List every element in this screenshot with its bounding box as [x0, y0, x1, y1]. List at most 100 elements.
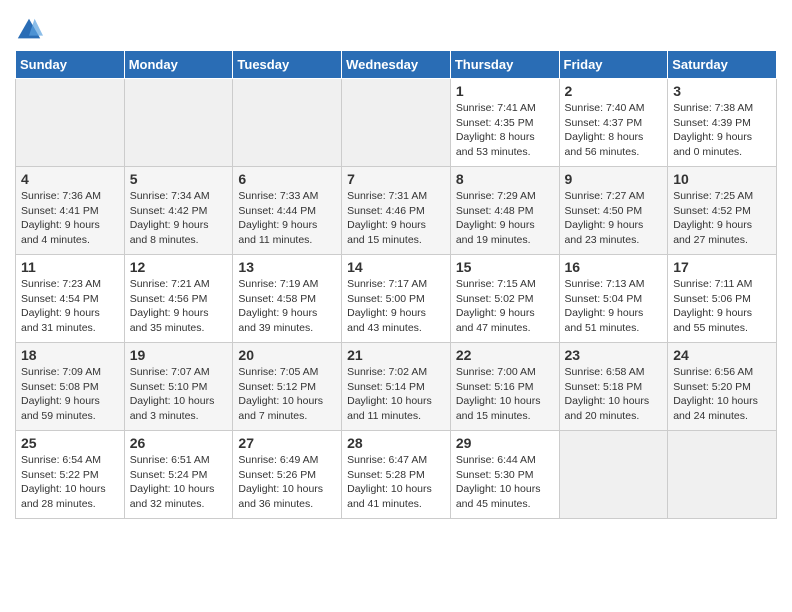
- header: [15, 10, 777, 44]
- day-info: Sunrise: 7:31 AMSunset: 4:46 PMDaylight:…: [347, 189, 445, 248]
- calendar-cell: 23Sunrise: 6:58 AMSunset: 5:18 PMDayligh…: [559, 343, 668, 431]
- day-number: 29: [456, 435, 554, 451]
- day-info: Sunrise: 6:58 AMSunset: 5:18 PMDaylight:…: [565, 365, 663, 424]
- calendar-cell: [233, 79, 342, 167]
- day-info: Sunrise: 7:23 AMSunset: 4:54 PMDaylight:…: [21, 277, 119, 336]
- day-number: 7: [347, 171, 445, 187]
- day-header-monday: Monday: [124, 51, 233, 79]
- day-info: Sunrise: 7:17 AMSunset: 5:00 PMDaylight:…: [347, 277, 445, 336]
- calendar-cell: 15 Sunrise: 7:15 AMSunset: 5:02 PMDayligh…: [450, 255, 559, 343]
- calendar-cell: [16, 79, 125, 167]
- day-info: Sunrise: 7:33 AMSunset: 4:44 PMDaylight:…: [238, 189, 336, 248]
- day-info: Sunrise: 7:36 AMSunset: 4:41 PMDaylight:…: [21, 189, 119, 248]
- week-row-3: 11 Sunrise: 7:23 AMSunset: 4:54 PMDayligh…: [16, 255, 777, 343]
- day-number: 12: [130, 259, 228, 275]
- day-number: 20: [238, 347, 336, 363]
- day-info: Sunrise: 7:13 AMSunset: 5:04 PMDaylight:…: [565, 277, 663, 336]
- calendar-cell: 24 Sunrise: 6:56 AMSunset: 5:20 PMDayligh…: [668, 343, 777, 431]
- day-header-wednesday: Wednesday: [342, 51, 451, 79]
- day-info: Sunrise: 6:54 AMSunset: 5:22 PMDaylight:…: [21, 453, 119, 512]
- calendar-cell: 10 Sunrise: 7:25 AMSunset: 4:52 PMDayligh…: [668, 167, 777, 255]
- day-info: Sunrise: 7:00 AMSunset: 5:16 PMDaylight:…: [456, 365, 554, 424]
- calendar-cell: 18 Sunrise: 7:09 AMSunset: 5:08 PMDayligh…: [16, 343, 125, 431]
- calendar-cell: [559, 431, 668, 519]
- week-row-1: 1Sunrise: 7:41 AMSunset: 4:35 PMDaylight…: [16, 79, 777, 167]
- calendar-cell: 19 Sunrise: 7:07 AMSunset: 5:10 PMDayligh…: [124, 343, 233, 431]
- day-info: Sunrise: 7:19 AMSunset: 4:58 PMDaylight:…: [238, 277, 336, 336]
- calendar-cell: 1Sunrise: 7:41 AMSunset: 4:35 PMDaylight…: [450, 79, 559, 167]
- day-info: Sunrise: 6:49 AMSunset: 5:26 PMDaylight:…: [238, 453, 336, 512]
- day-header-thursday: Thursday: [450, 51, 559, 79]
- calendar-cell: 22 Sunrise: 7:00 AMSunset: 5:16 PMDayligh…: [450, 343, 559, 431]
- day-info: Sunrise: 7:34 AMSunset: 4:42 PMDaylight:…: [130, 189, 228, 248]
- calendar-body: 1Sunrise: 7:41 AMSunset: 4:35 PMDaylight…: [16, 79, 777, 519]
- day-info: Sunrise: 6:44 AMSunset: 5:30 PMDaylight:…: [456, 453, 554, 512]
- day-number: 6: [238, 171, 336, 187]
- day-info: Sunrise: 7:21 AMSunset: 4:56 PMDaylight:…: [130, 277, 228, 336]
- calendar-cell: [342, 79, 451, 167]
- day-number: 14: [347, 259, 445, 275]
- day-info: Sunrise: 7:38 AMSunset: 4:39 PMDaylight:…: [673, 101, 771, 160]
- calendar-cell: 29 Sunrise: 6:44 AMSunset: 5:30 PMDayligh…: [450, 431, 559, 519]
- day-number: 19: [130, 347, 228, 363]
- calendar-cell: 7 Sunrise: 7:31 AMSunset: 4:46 PMDaylight…: [342, 167, 451, 255]
- day-info: Sunrise: 7:07 AMSunset: 5:10 PMDaylight:…: [130, 365, 228, 424]
- day-number: 18: [21, 347, 119, 363]
- day-number: 11: [21, 259, 119, 275]
- day-number: 22: [456, 347, 554, 363]
- calendar-cell: 2 Sunrise: 7:40 AMSunset: 4:37 PMDaylight…: [559, 79, 668, 167]
- day-number: 21: [347, 347, 445, 363]
- calendar-cell: 3 Sunrise: 7:38 AMSunset: 4:39 PMDaylight…: [668, 79, 777, 167]
- calendar-cell: 11 Sunrise: 7:23 AMSunset: 4:54 PMDayligh…: [16, 255, 125, 343]
- day-number: 3: [673, 83, 771, 99]
- day-info: Sunrise: 7:27 AMSunset: 4:50 PMDaylight:…: [565, 189, 663, 248]
- day-number: 16: [565, 259, 663, 275]
- day-number: 2: [565, 83, 663, 99]
- day-info: Sunrise: 7:25 AMSunset: 4:52 PMDaylight:…: [673, 189, 771, 248]
- day-info: Sunrise: 7:15 AMSunset: 5:02 PMDaylight:…: [456, 277, 554, 336]
- day-info: Sunrise: 7:02 AMSunset: 5:14 PMDaylight:…: [347, 365, 445, 424]
- week-row-2: 4Sunrise: 7:36 AMSunset: 4:41 PMDaylight…: [16, 167, 777, 255]
- calendar-cell: 17 Sunrise: 7:11 AMSunset: 5:06 PMDayligh…: [668, 255, 777, 343]
- calendar-cell: 25 Sunrise: 6:54 AMSunset: 5:22 PMDayligh…: [16, 431, 125, 519]
- day-number: 15: [456, 259, 554, 275]
- day-info: Sunrise: 6:51 AMSunset: 5:24 PMDaylight:…: [130, 453, 228, 512]
- calendar-cell: 4Sunrise: 7:36 AMSunset: 4:41 PMDaylight…: [16, 167, 125, 255]
- day-header-sunday: Sunday: [16, 51, 125, 79]
- calendar-cell: 16 Sunrise: 7:13 AMSunset: 5:04 PMDayligh…: [559, 255, 668, 343]
- day-info: Sunrise: 7:40 AMSunset: 4:37 PMDaylight:…: [565, 101, 663, 160]
- logo: [15, 16, 47, 44]
- calendar-cell: 21 Sunrise: 7:02 AMSunset: 5:14 PMDayligh…: [342, 343, 451, 431]
- day-info: Sunrise: 7:09 AMSunset: 5:08 PMDaylight:…: [21, 365, 119, 424]
- calendar-cell: 20 Sunrise: 7:05 AMSunset: 5:12 PMDayligh…: [233, 343, 342, 431]
- day-number: 26: [130, 435, 228, 451]
- day-number: 17: [673, 259, 771, 275]
- calendar-cell: 14 Sunrise: 7:17 AMSunset: 5:00 PMDayligh…: [342, 255, 451, 343]
- day-number: 9: [565, 171, 663, 187]
- page: SundayMondayTuesdayWednesdayThursdayFrid…: [0, 0, 792, 534]
- day-header-saturday: Saturday: [668, 51, 777, 79]
- day-number: 24: [673, 347, 771, 363]
- calendar-cell: 8 Sunrise: 7:29 AMSunset: 4:48 PMDaylight…: [450, 167, 559, 255]
- calendar-cell: 26 Sunrise: 6:51 AMSunset: 5:24 PMDayligh…: [124, 431, 233, 519]
- day-number: 28: [347, 435, 445, 451]
- calendar-cell: 5 Sunrise: 7:34 AMSunset: 4:42 PMDaylight…: [124, 167, 233, 255]
- day-number: 13: [238, 259, 336, 275]
- day-number: 8: [456, 171, 554, 187]
- day-info: Sunrise: 7:29 AMSunset: 4:48 PMDaylight:…: [456, 189, 554, 248]
- calendar-cell: 27 Sunrise: 6:49 AMSunset: 5:26 PMDayligh…: [233, 431, 342, 519]
- calendar-cell: 6 Sunrise: 7:33 AMSunset: 4:44 PMDaylight…: [233, 167, 342, 255]
- header-row: SundayMondayTuesdayWednesdayThursdayFrid…: [16, 51, 777, 79]
- day-info: Sunrise: 7:11 AMSunset: 5:06 PMDaylight:…: [673, 277, 771, 336]
- calendar-cell: 13 Sunrise: 7:19 AMSunset: 4:58 PMDayligh…: [233, 255, 342, 343]
- calendar-header: SundayMondayTuesdayWednesdayThursdayFrid…: [16, 51, 777, 79]
- day-number: 25: [21, 435, 119, 451]
- logo-icon: [15, 16, 43, 44]
- day-info: Sunrise: 6:56 AMSunset: 5:20 PMDaylight:…: [673, 365, 771, 424]
- day-number: 5: [130, 171, 228, 187]
- calendar-cell: [668, 431, 777, 519]
- calendar-cell: 28Sunrise: 6:47 AMSunset: 5:28 PMDayligh…: [342, 431, 451, 519]
- day-info: Sunrise: 7:05 AMSunset: 5:12 PMDaylight:…: [238, 365, 336, 424]
- day-number: 10: [673, 171, 771, 187]
- day-number: 27: [238, 435, 336, 451]
